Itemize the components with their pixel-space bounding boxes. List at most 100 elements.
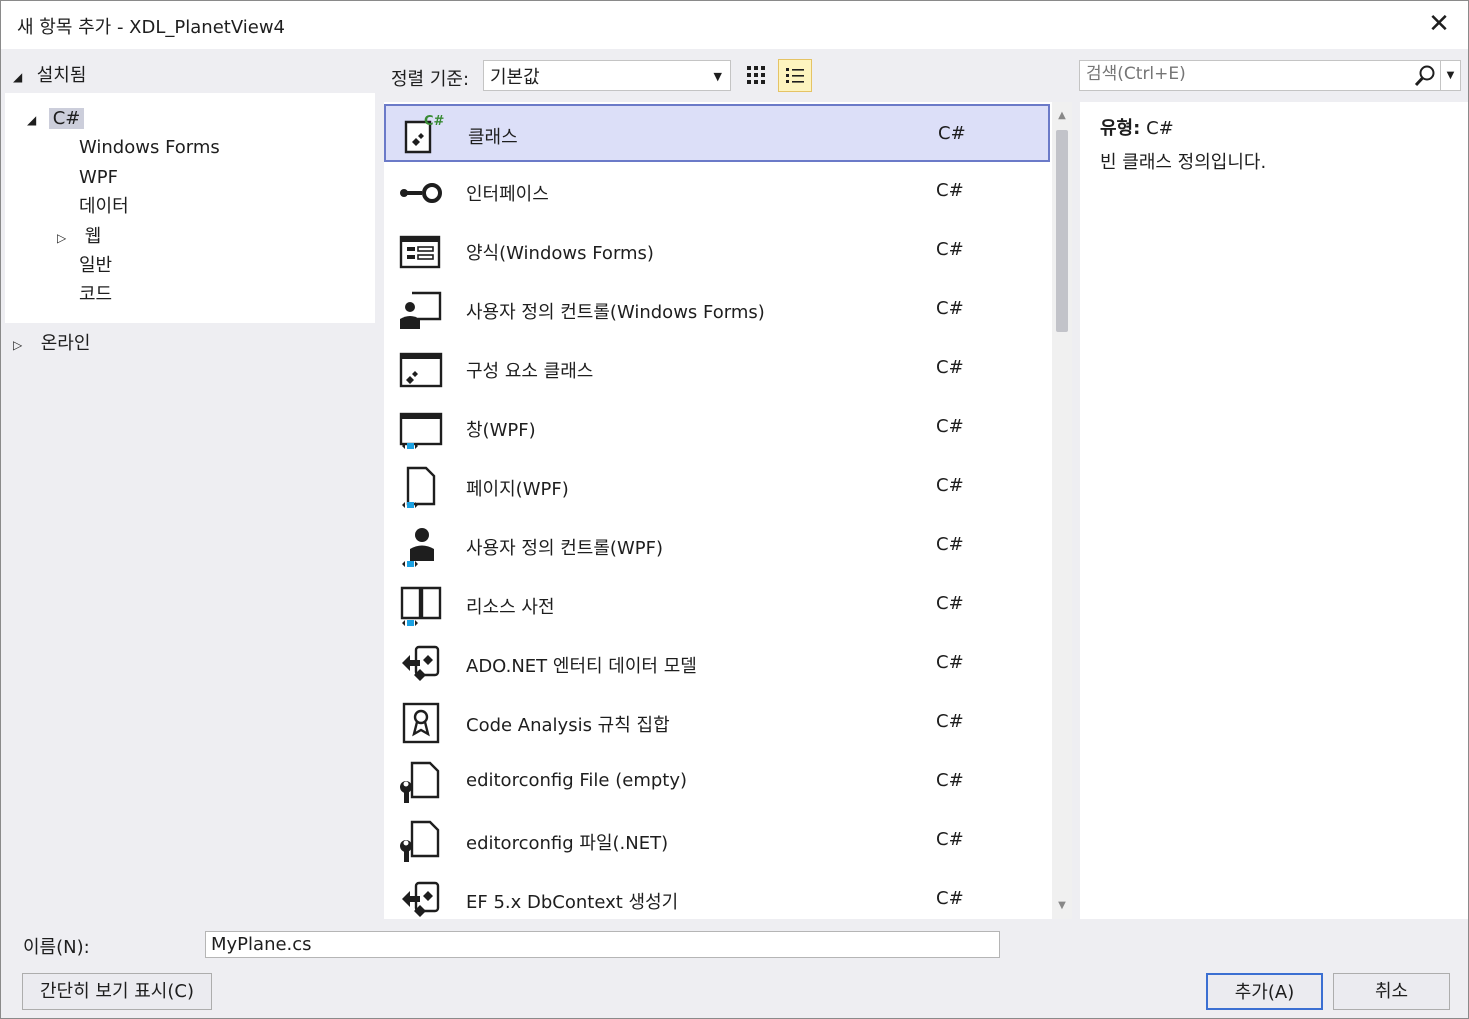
wpf-page-icon bbox=[402, 466, 436, 508]
item-language: C# bbox=[936, 534, 964, 555]
item-language: C# bbox=[936, 711, 964, 732]
tree-item-label: 일반 bbox=[79, 255, 113, 276]
list-item-wpf-user-control[interactable]: 사용자 정의 컨트롤(WPF) C# bbox=[384, 517, 1050, 575]
list-item-wpf-window[interactable]: 창(WPF) C# bbox=[384, 399, 1050, 457]
item-name: 클래스 bbox=[468, 127, 518, 148]
list-item-resource-dictionary[interactable]: 리소스 사전 C# bbox=[384, 576, 1050, 634]
tree-item-label: Windows Forms bbox=[79, 137, 220, 158]
search-options-dropdown-icon[interactable]: ▼ bbox=[1440, 61, 1460, 90]
tree-item-web[interactable]: ▷ 웹 bbox=[57, 224, 101, 250]
tree-item-label: 코드 bbox=[79, 284, 113, 305]
scrollbar-thumb[interactable] bbox=[1056, 130, 1068, 332]
item-language: C# bbox=[936, 593, 964, 614]
template-list: C# 클래스 C# 인터페이스 C# 양식(Windows Forms) C# bbox=[384, 102, 1072, 919]
item-name: EF 5.x DbContext 생성기 bbox=[466, 892, 679, 913]
search-input[interactable] bbox=[1086, 64, 1406, 84]
name-label: 이름(N): bbox=[23, 937, 90, 958]
installed-label: 설치됨 bbox=[36, 65, 87, 86]
tree-item-general[interactable]: 일반 bbox=[79, 253, 112, 279]
list-scrollbar[interactable]: ▲ ▼ bbox=[1052, 102, 1072, 919]
list-item-ruleset[interactable]: Code Analysis 규칙 집합 C# bbox=[384, 694, 1050, 752]
expanded-triangle-icon: ◢ bbox=[27, 113, 37, 127]
item-name: editorconfig File (empty) bbox=[466, 770, 688, 791]
item-name: 인터페이스 bbox=[466, 184, 549, 205]
item-language: C# bbox=[936, 770, 964, 791]
search-icon[interactable] bbox=[1414, 64, 1436, 88]
tree-item-label: 웹 bbox=[84, 226, 102, 247]
item-name: 구성 요소 클래스 bbox=[466, 361, 594, 382]
online-label: 온라인 bbox=[40, 333, 91, 354]
item-language: C# bbox=[938, 123, 966, 144]
item-language: C# bbox=[936, 416, 964, 437]
windows-form-icon bbox=[399, 235, 441, 269]
item-language: C# bbox=[936, 829, 964, 850]
details-pane: 유형: C# 빈 클래스 정의입니다. bbox=[1080, 102, 1468, 919]
list-item-entity-model[interactable]: ADO.NET 엔터티 데이터 모델 C# bbox=[384, 635, 1050, 693]
item-description: 빈 클래스 정의입니다. bbox=[1100, 152, 1267, 173]
item-language: C# bbox=[936, 357, 964, 378]
editorconfig-icon bbox=[400, 761, 440, 803]
list-item-windows-form[interactable]: 양식(Windows Forms) C# bbox=[384, 222, 1050, 280]
installed-header[interactable]: ◢ 설치됨 bbox=[13, 61, 87, 86]
tree-item-csharp[interactable]: ◢ C# bbox=[27, 105, 85, 133]
item-name: 창(WPF) bbox=[466, 420, 536, 441]
name-field[interactable] bbox=[205, 931, 1000, 958]
template-tree: ◢ C# Windows Forms WPF 데이터 ▷ 웹 일반 코드 bbox=[5, 93, 375, 323]
list-item-class[interactable]: C# 클래스 C# bbox=[384, 104, 1050, 162]
tree-item-data[interactable]: 데이터 bbox=[79, 194, 129, 220]
tree-item-label: 데이터 bbox=[79, 196, 129, 217]
item-name: 리소스 사전 bbox=[466, 597, 555, 618]
list-item-dbcontext-generator[interactable]: EF 5.x DbContext 생성기 C# bbox=[384, 871, 1050, 919]
list-view-icon bbox=[786, 67, 804, 83]
item-language: C# bbox=[936, 475, 964, 496]
window-title: 새 항목 추가 - XDL_PlanetView4 bbox=[17, 17, 285, 38]
item-language: C# bbox=[936, 180, 964, 201]
type-line: 유형: C# bbox=[1100, 114, 1174, 140]
list-item-editorconfig-dotnet[interactable]: editorconfig 파일(.NET) C# bbox=[384, 812, 1050, 870]
component-class-icon bbox=[399, 352, 443, 388]
sort-dropdown[interactable]: 기본값 ▼ bbox=[483, 60, 731, 91]
tree-item-windows-forms[interactable]: Windows Forms bbox=[79, 135, 220, 161]
search-box[interactable]: ▼ bbox=[1079, 60, 1461, 91]
tree-item-wpf[interactable]: WPF bbox=[79, 165, 118, 191]
svg-text:C#: C# bbox=[424, 114, 445, 129]
compact-view-button[interactable]: 간단히 보기 표시(C) bbox=[22, 973, 212, 1010]
list-view-button[interactable] bbox=[778, 59, 812, 92]
dropdown-arrow-icon: ▼ bbox=[713, 70, 722, 83]
class-icon: C# bbox=[404, 114, 445, 154]
online-header[interactable]: ▷ 온라인 bbox=[13, 331, 90, 358]
type-label: 유형: bbox=[1100, 118, 1141, 139]
item-language: C# bbox=[936, 652, 964, 673]
list-item-editorconfig-empty[interactable]: editorconfig File (empty) C# bbox=[384, 753, 1050, 811]
interface-icon bbox=[400, 183, 442, 203]
user-control-icon bbox=[400, 291, 442, 329]
list-item-wpf-page[interactable]: 페이지(WPF) C# bbox=[384, 458, 1050, 516]
ruleset-icon bbox=[402, 702, 440, 744]
collapsed-triangle-icon: ▷ bbox=[13, 338, 23, 352]
collapsed-triangle-icon[interactable]: ▷ bbox=[57, 225, 79, 251]
scroll-up-icon[interactable]: ▲ bbox=[1055, 110, 1069, 121]
item-name: 사용자 정의 컨트롤(Windows Forms) bbox=[466, 302, 765, 323]
scroll-down-icon[interactable]: ▼ bbox=[1055, 900, 1069, 911]
close-icon[interactable]: ✕ bbox=[1424, 9, 1454, 39]
wpf-window-icon bbox=[399, 412, 443, 449]
tree-item-code[interactable]: 코드 bbox=[79, 282, 112, 308]
sort-value: 기본값 bbox=[490, 67, 540, 88]
list-item-component-class[interactable]: 구성 요소 클래스 C# bbox=[384, 340, 1050, 398]
item-name: editorconfig 파일(.NET) bbox=[466, 833, 669, 854]
wpf-user-control-icon bbox=[402, 528, 434, 567]
small-icons-view-button[interactable] bbox=[740, 59, 774, 92]
cancel-button[interactable]: 취소 bbox=[1333, 973, 1450, 1010]
item-name: 사용자 정의 컨트롤(WPF) bbox=[466, 538, 663, 559]
tree-item-label: C# bbox=[48, 108, 85, 129]
grid-view-icon bbox=[747, 65, 765, 84]
list-item-interface[interactable]: 인터페이스 C# bbox=[384, 163, 1050, 221]
add-button[interactable]: 추가(A) bbox=[1206, 973, 1323, 1010]
item-language: C# bbox=[936, 888, 964, 909]
expanded-triangle-icon: ◢ bbox=[13, 70, 23, 84]
sort-label: 정렬 기준: bbox=[391, 69, 470, 90]
item-name: 페이지(WPF) bbox=[466, 479, 569, 500]
item-name: 양식(Windows Forms) bbox=[466, 243, 654, 264]
list-item-user-control[interactable]: 사용자 정의 컨트롤(Windows Forms) C# bbox=[384, 281, 1050, 339]
resource-dictionary-icon bbox=[400, 586, 442, 626]
